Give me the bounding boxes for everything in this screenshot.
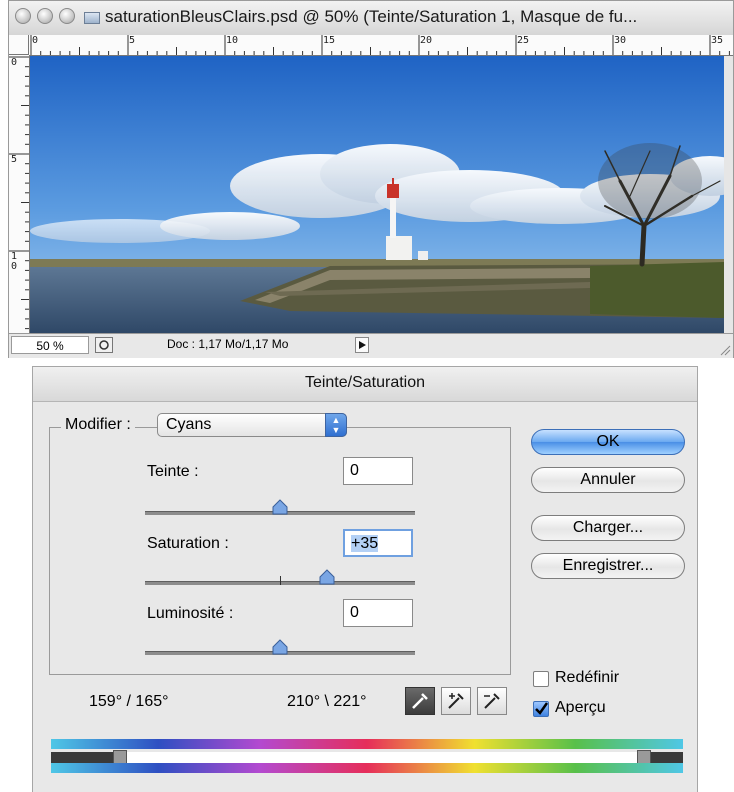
select-arrows-icon: ▲ ▼: [325, 413, 347, 437]
document-size-info: Doc : 1,17 Mo/1,17 Mo: [167, 337, 289, 351]
ok-button[interactable]: OK: [531, 429, 685, 455]
saturation-value: +35: [351, 535, 379, 552]
vertical-ruler[interactable]: 0 5 1 0: [9, 55, 30, 333]
image-canvas[interactable]: [30, 56, 724, 333]
ruler-top-label: 5: [129, 35, 136, 46]
input-spectrum-bar: [51, 739, 683, 749]
ruler-top-label: 15: [323, 35, 336, 46]
document-titlebar[interactable]: saturationBleusClairs.psd @ 50% (Teinte/…: [9, 1, 733, 36]
ruler-left-label: 5: [11, 154, 18, 165]
saturation-slider-thumb[interactable]: [319, 569, 335, 585]
color-range-slider[interactable]: [51, 750, 683, 765]
lightness-slider-track[interactable]: [145, 639, 415, 655]
colorize-checkbox[interactable]: [533, 671, 549, 687]
hue-slider-track[interactable]: [145, 499, 415, 515]
saturation-slider-track[interactable]: [145, 569, 415, 585]
ruler-top-label: 20: [420, 35, 433, 46]
zoom-level-field[interactable]: 50 %: [11, 336, 89, 354]
range-left-degrees: 159° / 165°: [89, 693, 169, 710]
range-right-degrees: 210° \ 221°: [287, 693, 367, 710]
eyedropper-plus-tool-button[interactable]: [441, 687, 471, 715]
saturation-center-tick: [280, 576, 281, 585]
ruler-origin[interactable]: [9, 35, 29, 55]
status-menu-arrow-icon[interactable]: [355, 337, 369, 353]
lightness-label: Luminosité :: [147, 605, 234, 622]
hue-input[interactable]: 0: [343, 457, 413, 485]
eyedropper-icon: [412, 693, 428, 709]
eyedropper-plus-icon: [448, 693, 464, 709]
resize-grip-icon[interactable]: [719, 344, 731, 356]
lightness-input[interactable]: 0: [343, 599, 413, 627]
preview-label: Aperçu: [555, 699, 606, 716]
eyedropper-tool-button[interactable]: [405, 687, 435, 715]
hue-saturation-dialog: Teinte/Saturation Modifier : Cyans ▲ ▼ Te…: [32, 366, 698, 792]
zoom-window-button[interactable]: [59, 8, 75, 24]
output-spectrum-bar: [51, 763, 683, 773]
ruler-ticks: [9, 56, 29, 330]
save-button[interactable]: Enregistrer...: [531, 553, 685, 579]
load-button[interactable]: Charger...: [531, 515, 685, 541]
ruler-top-label: 30: [614, 35, 627, 46]
ruler-top-label: 10: [226, 35, 239, 46]
ruler-top-label: 0: [32, 35, 39, 46]
preview-checkbox[interactable]: [533, 701, 549, 717]
color-range-selection: [127, 752, 637, 763]
landscape-photo: [30, 56, 724, 333]
lightness-slider-thumb[interactable]: [272, 639, 288, 655]
dialog-titlebar[interactable]: Teinte/Saturation: [33, 367, 697, 402]
saturation-input[interactable]: +35: [343, 529, 413, 557]
modifier-selected-value: Cyans: [166, 416, 212, 433]
ruler-top-label: 35: [711, 35, 724, 46]
adjustment-group: [49, 427, 511, 675]
modifier-select[interactable]: Cyans ▲ ▼: [157, 413, 347, 437]
close-window-button[interactable]: [15, 8, 31, 24]
status-info-icon[interactable]: [95, 337, 113, 353]
hue-slider-thumb[interactable]: [272, 499, 288, 515]
ruler-top-label: 25: [517, 35, 530, 46]
hue-label: Teinte :: [147, 463, 199, 480]
horizontal-ruler[interactable]: 0 5 10 15 20 25 30 35: [29, 35, 733, 56]
document-window: saturationBleusClairs.psd @ 50% (Teinte/…: [8, 0, 734, 358]
ruler-left-label: 0: [11, 261, 18, 272]
document-title: saturationBleusClairs.psd @ 50% (Teinte/…: [105, 7, 638, 26]
saturation-label: Saturation :: [147, 535, 229, 552]
eyedropper-minus-icon: [484, 693, 500, 709]
colorize-label: Redéfinir: [555, 669, 620, 686]
modifier-label: Modifier :: [61, 416, 135, 434]
ruler-left-label: 0: [11, 57, 18, 68]
dialog-title: Teinte/Saturation: [304, 374, 426, 391]
cancel-button[interactable]: Annuler: [531, 467, 685, 493]
status-bar: 50 % Doc : 1,17 Mo/1,17 Mo: [9, 333, 733, 358]
document-proxy-icon[interactable]: [84, 12, 100, 24]
eyedropper-minus-tool-button[interactable]: [477, 687, 507, 715]
minimize-window-button[interactable]: [37, 8, 53, 24]
